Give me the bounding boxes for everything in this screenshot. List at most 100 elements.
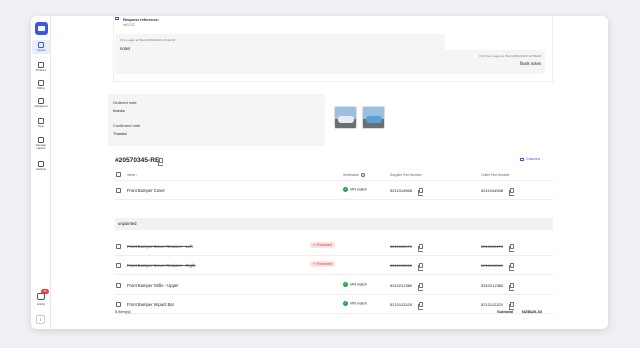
sidebar: Quotes Products Billing Intelligence Syn… [31, 16, 51, 329]
ordered-note-value: thanks [113, 108, 125, 113]
copy-icon[interactable] [418, 263, 424, 270]
returned-badge: ↩ Returned [310, 261, 335, 267]
row-checkbox[interactable] [116, 283, 121, 288]
sidebar-item-billing[interactable]: Billing [32, 80, 50, 90]
copy-icon[interactable] [418, 188, 424, 195]
sidebar-item-quotes[interactable]: Quotes [32, 40, 50, 54]
users-icon [38, 98, 44, 104]
supplier-part-number: 5211914968 [390, 188, 412, 193]
row-checkbox[interactable] [116, 263, 121, 268]
activity-label: Activity [36, 303, 46, 306]
copy-icon[interactable] [418, 302, 424, 309]
table-row[interactable]: Front Bumper Cover Retainer - Right ↩ Re… [115, 257, 553, 275]
table-header: Items ↕ Verification Supplier Part Numbe… [115, 169, 553, 181]
vehicle-photo[interactable] [362, 106, 385, 129]
car-icon [38, 137, 44, 143]
group-label: unpainted [118, 221, 137, 226]
app-logo[interactable] [35, 22, 48, 35]
vin-match-badge: ✓ VIN match [343, 301, 367, 306]
note-meta: Izzy Test Logan at Wed 28/01/2026 10:53A… [479, 54, 541, 58]
column-header-outlet: Outlet Part Number [481, 173, 510, 177]
app-window: Quotes Products Billing Intelligence Syn… [31, 16, 608, 329]
sidebar-item-label: Billing [37, 87, 45, 90]
invoice-icon [38, 80, 44, 86]
sidebar-item-label: Settings [36, 168, 46, 171]
sidebar-item-label: Intelligence [34, 105, 48, 108]
sidebar-item-settings[interactable]: Settings [32, 161, 50, 171]
vehicle-photo[interactable] [334, 106, 357, 129]
outlet-part-number: 5213112320 [481, 302, 503, 307]
row-checkbox[interactable] [116, 244, 121, 249]
table-row[interactable]: Front Bumper Cover ✓ VIN match 5211914968… [115, 182, 553, 200]
item-name: Front Bumper Cover Retainer - Right [127, 263, 196, 268]
copy-icon[interactable] [418, 283, 424, 290]
note-text: finals notes [519, 61, 541, 66]
copy-icon[interactable] [509, 302, 515, 309]
sidebar-item-label: Sync [38, 125, 44, 128]
note-meta: Izzy Logan at Wed 28/01/2026 10:41AM [120, 38, 176, 42]
request-reference-title: Request reference: [123, 17, 160, 22]
columns-label: Columns [526, 157, 541, 161]
vin-match-badge: ✓ VIN match [343, 187, 367, 192]
notification-badge: 99 [41, 289, 49, 294]
sidebar-item-damage-capture[interactable]: Damage capture [32, 137, 50, 150]
subtotal-value: NZ$626.33 [522, 309, 542, 314]
columns-button[interactable]: Columns [520, 157, 540, 161]
item-name: Front Bumper Impact Bar [127, 302, 175, 307]
sidebar-item-label: Quotes [36, 49, 46, 52]
vin-match-badge: ✓ VIN match [343, 282, 367, 287]
sidebar-item-sync[interactable]: Sync [32, 118, 50, 128]
quote-id: #20570345-RE [115, 157, 160, 164]
column-header-items[interactable]: Items ↕ [127, 173, 138, 177]
column-header-supplier: Supplier Part Number [390, 173, 422, 177]
undo-icon: ↩ [313, 262, 317, 266]
check-icon: ✓ [343, 301, 348, 306]
gear-icon [38, 161, 44, 167]
sort-icon: ↕ [135, 173, 138, 177]
user-menu-button[interactable]: i [36, 315, 45, 324]
item-name: Front Bumper Cover [127, 188, 165, 193]
reference-icon [115, 17, 119, 20]
supplier-part-number: 5211612470 [390, 244, 412, 249]
group-header: unpainted [115, 218, 553, 230]
confirmed-note-value: Thanks! [113, 131, 128, 136]
item-name: Front Bumper Cover Retainer - Left [127, 244, 193, 249]
row-checkbox[interactable] [116, 302, 121, 307]
copy-icon[interactable] [418, 244, 424, 251]
copy-icon[interactable] [509, 263, 515, 270]
order-notes: Ordered note thanks Confirmed note Thank… [108, 94, 325, 146]
copy-icon[interactable] [509, 188, 515, 195]
undo-icon: ↩ [313, 243, 317, 247]
table-row[interactable]: Front Bumper Grille - Upper ✓ VIN match 5… [115, 277, 553, 295]
confirmed-note-label: Confirmed note [113, 123, 141, 128]
ordered-note-label: Ordered note [113, 100, 137, 105]
item-name: Front Bumper Grille - Upper [127, 283, 179, 288]
select-all-checkbox[interactable] [116, 172, 121, 177]
document-icon [38, 42, 44, 48]
copy-icon[interactable] [158, 158, 164, 165]
outlet-part-number: 5310212380 [481, 283, 504, 288]
outlet-part-number: 5211612520 [481, 263, 503, 268]
tag-icon [38, 62, 44, 68]
outlet-part-number: 5211914968 [481, 188, 503, 193]
check-icon: ✓ [343, 282, 348, 287]
subtotal-label: Subtotal [497, 309, 513, 314]
supplier-part-number: 5310212380 [390, 283, 413, 288]
info-icon[interactable] [361, 173, 366, 178]
row-checkbox[interactable] [116, 188, 121, 193]
supplier-part-number: 5211612520 [390, 263, 412, 268]
sidebar-item-intelligence[interactable]: Intelligence [32, 98, 50, 108]
outlet-part-number: 5211612470 [481, 244, 503, 249]
item-count: 5 item(s) [115, 309, 131, 314]
bell-icon[interactable] [37, 293, 45, 300]
sidebar-item-label: Damage capture [35, 144, 47, 150]
table-row[interactable]: Front Bumper Cover Retainer - Left ↩ Ret… [115, 238, 553, 256]
table-row[interactable]: Front Bumper Impact Bar ✓ VIN match 52131… [115, 296, 553, 314]
columns-icon [520, 157, 524, 161]
copy-icon[interactable] [509, 283, 515, 290]
sync-icon [38, 118, 44, 124]
note-bubble: Izzy Test Logan at Wed 28/01/2026 10:53A… [115, 50, 545, 74]
returned-badge: ↩ Returned [310, 242, 335, 248]
sidebar-item-products[interactable]: Products [32, 62, 50, 72]
copy-icon[interactable] [509, 244, 515, 251]
